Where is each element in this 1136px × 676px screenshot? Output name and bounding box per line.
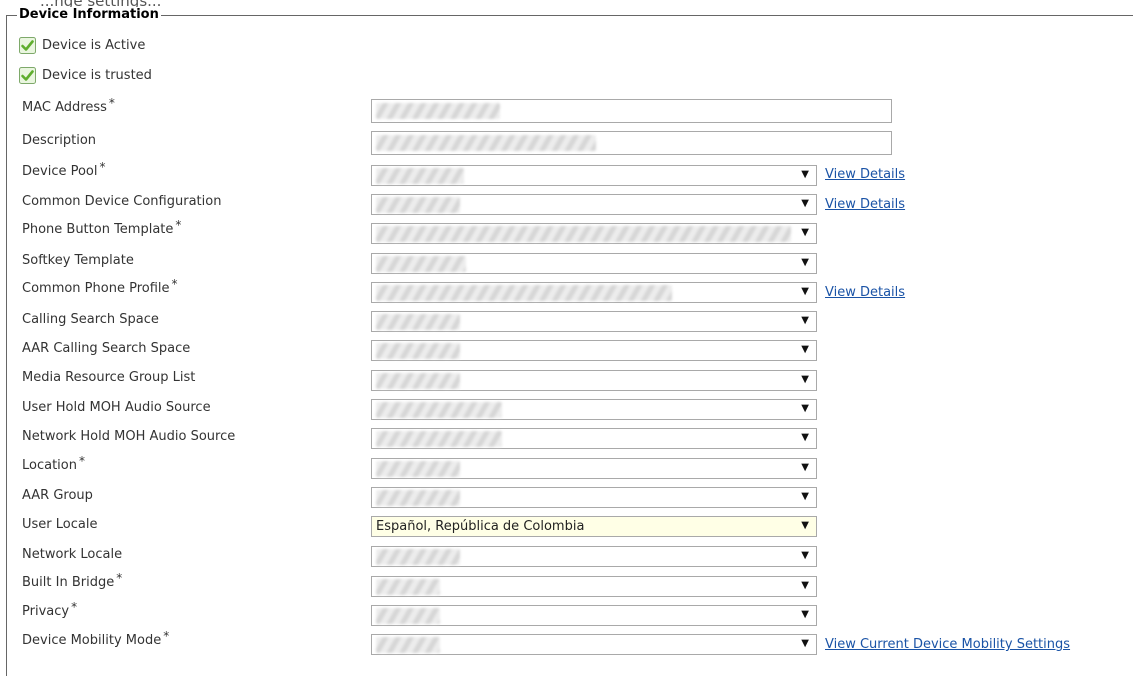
aar-calling-search-space-label: AAR Calling Search Space (22, 341, 191, 356)
dropdown-arrow-icon: ▼ (801, 432, 809, 443)
required-marker: * (175, 218, 182, 232)
phone-button-template-select[interactable]: ▼ (371, 223, 817, 244)
media-resource-group-list-select[interactable]: ▼ (371, 370, 817, 391)
redacted-value (376, 637, 440, 653)
common-phone-profile-label: Common Phone Profile * (22, 277, 178, 296)
calling-search-space-label: Calling Search Space (22, 312, 159, 327)
aar-group-label: AAR Group (22, 488, 93, 503)
network-hold-moh-audio-source-select[interactable]: ▼ (371, 428, 817, 449)
required-marker: * (116, 571, 123, 585)
redacted-value (376, 168, 464, 184)
section-title: Device Information (17, 7, 161, 22)
view-current-device-mobility-settings-link[interactable]: View Current Device Mobility Settings (825, 637, 1070, 652)
softkey-template-select[interactable]: ▼ (371, 253, 817, 274)
dropdown-arrow-icon: ▼ (801, 609, 809, 620)
dropdown-arrow-icon: ▼ (801, 344, 809, 355)
description-label: Description (22, 133, 97, 148)
user-locale-label: User Locale (22, 517, 98, 532)
device-pool-select[interactable]: ▼ (371, 165, 817, 186)
mac-address-label: MAC Address * (22, 96, 115, 115)
dropdown-arrow-icon: ▼ (801, 227, 809, 238)
built-in-bridge-label: Built In Bridge * (22, 571, 123, 590)
dropdown-arrow-icon: ▼ (801, 169, 809, 180)
aar-group-select[interactable]: ▼ (371, 487, 817, 508)
device-mobility-mode-select[interactable]: ▼ (371, 634, 817, 655)
redacted-value (376, 461, 460, 477)
privacy-select[interactable]: ▼ (371, 605, 817, 626)
device-active-label: Device is Active (42, 38, 146, 53)
dropdown-arrow-icon: ▼ (801, 550, 809, 561)
common-device-configuration-label: Common Device Configuration (22, 194, 222, 209)
dropdown-arrow-icon: ▼ (801, 403, 809, 414)
redacted-value (376, 226, 791, 242)
common-phone-profile-select[interactable]: ▼ (371, 282, 817, 303)
dropdown-arrow-icon: ▼ (801, 638, 809, 649)
required-marker: * (171, 277, 178, 291)
user-locale-select[interactable]: Español, República de Colombia ▼ (371, 516, 817, 537)
network-locale-select[interactable]: ▼ (371, 546, 817, 567)
media-resource-group-list-label: Media Resource Group List (22, 370, 196, 385)
network-locale-label: Network Locale (22, 547, 123, 562)
redacted-value (376, 197, 460, 213)
privacy-label: Privacy * (22, 600, 78, 619)
user-locale-value: Español, República de Colombia (376, 519, 585, 534)
redacted-value (376, 549, 460, 565)
common-phone-profile-view-details-link[interactable]: View Details (825, 285, 905, 300)
user-hold-moh-audio-source-select[interactable]: ▼ (371, 399, 817, 420)
dropdown-arrow-icon: ▼ (801, 520, 809, 531)
redacted-value (376, 608, 440, 624)
redacted-value (376, 431, 502, 447)
required-marker: * (78, 454, 85, 468)
device-pool-view-details-link[interactable]: View Details (825, 167, 905, 182)
redacted-value (376, 373, 460, 389)
required-marker: * (163, 629, 170, 643)
device-pool-label: Device Pool * (22, 160, 106, 179)
dropdown-arrow-icon: ▼ (801, 286, 809, 297)
dropdown-arrow-icon: ▼ (801, 374, 809, 385)
dropdown-arrow-icon: ▼ (801, 198, 809, 209)
user-hold-moh-audio-source-label: User Hold MOH Audio Source (22, 400, 211, 415)
redacted-value (376, 285, 672, 301)
device-active-checkbox[interactable]: Device is Active (19, 37, 145, 54)
required-marker: * (108, 96, 115, 110)
redacted-value (376, 256, 466, 272)
redacted-value (376, 103, 500, 119)
redacted-value (376, 343, 460, 359)
aar-calling-search-space-select[interactable]: ▼ (371, 340, 817, 361)
checkbox-checked-icon[interactable] (19, 37, 36, 54)
common-device-configuration-select[interactable]: ▼ (371, 194, 817, 215)
dropdown-arrow-icon: ▼ (801, 257, 809, 268)
location-select[interactable]: ▼ (371, 458, 817, 479)
description-input[interactable] (371, 131, 892, 155)
common-device-configuration-view-details-link[interactable]: View Details (825, 197, 905, 212)
redacted-value (376, 314, 460, 330)
calling-search-space-select[interactable]: ▼ (371, 311, 817, 332)
device-trusted-label: Device is trusted (42, 68, 152, 83)
dropdown-arrow-icon: ▼ (801, 315, 809, 326)
redacted-value (376, 579, 440, 595)
softkey-template-label: Softkey Template (22, 253, 134, 268)
redacted-value (376, 135, 596, 151)
dropdown-arrow-icon: ▼ (801, 462, 809, 473)
checkbox-checked-icon[interactable] (19, 67, 36, 84)
device-mobility-mode-label: Device Mobility Mode * (22, 629, 170, 648)
location-label: Location * (22, 454, 85, 473)
dropdown-arrow-icon: ▼ (801, 491, 809, 502)
phone-button-template-label: Phone Button Template * (22, 218, 182, 237)
required-marker: * (71, 600, 78, 614)
redacted-value (376, 490, 460, 506)
dropdown-arrow-icon: ▼ (801, 580, 809, 591)
built-in-bridge-select[interactable]: ▼ (371, 576, 817, 597)
network-hold-moh-audio-source-label: Network Hold MOH Audio Source (22, 429, 236, 444)
device-trusted-checkbox[interactable]: Device is trusted (19, 67, 152, 84)
required-marker: * (99, 160, 106, 174)
redacted-value (376, 402, 502, 418)
mac-address-input[interactable] (371, 99, 892, 123)
